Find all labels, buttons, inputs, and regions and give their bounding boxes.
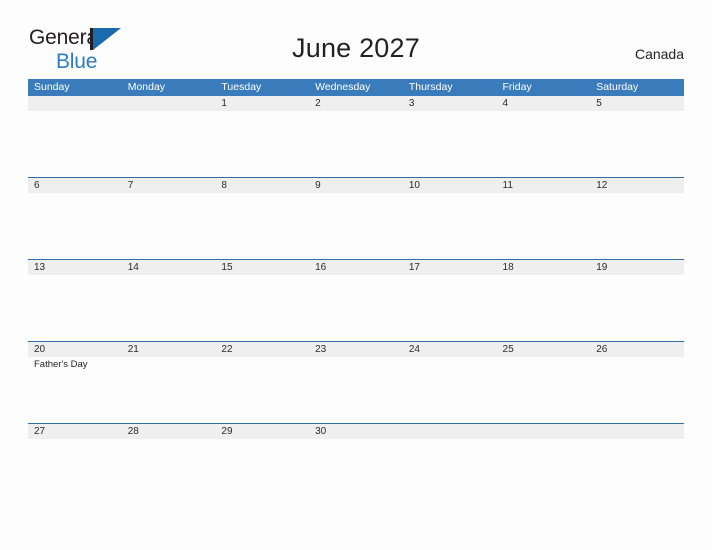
week-event-band <box>28 275 684 341</box>
day-cell[interactable] <box>215 439 309 505</box>
country-label: Canada <box>634 46 684 62</box>
day-number[interactable]: 3 <box>403 96 497 111</box>
day-number[interactable] <box>497 424 591 439</box>
day-number[interactable]: 25 <box>497 342 591 357</box>
week-row: 1 2 3 4 5 <box>28 96 684 177</box>
day-cell[interactable] <box>497 111 591 177</box>
week-row: 27 28 29 30 <box>28 423 684 505</box>
week-event-band <box>28 439 684 505</box>
page-title: June 2027 <box>292 33 420 63</box>
day-number[interactable]: 4 <box>497 96 591 111</box>
day-number[interactable]: 15 <box>215 260 309 275</box>
day-cell[interactable] <box>122 439 216 505</box>
weekday-header-thursday: Thursday <box>408 81 453 93</box>
weekday-header-wednesday: Wednesday <box>315 81 371 93</box>
day-number[interactable]: 17 <box>403 260 497 275</box>
day-number[interactable]: 18 <box>497 260 591 275</box>
weekday-header-tuesday: Tuesday <box>221 81 262 93</box>
day-cell[interactable]: Father's Day <box>28 357 122 423</box>
day-number[interactable]: 12 <box>590 178 684 193</box>
week-event-band <box>28 193 684 259</box>
day-number[interactable]: 23 <box>309 342 403 357</box>
day-cell[interactable] <box>309 439 403 505</box>
day-cell[interactable] <box>215 357 309 423</box>
day-cell[interactable] <box>28 111 122 177</box>
week-date-band: 13 14 15 16 17 18 19 <box>28 260 684 275</box>
day-cell[interactable] <box>497 275 591 341</box>
day-cell[interactable] <box>309 111 403 177</box>
day-number[interactable]: 13 <box>28 260 122 275</box>
day-cell[interactable] <box>590 111 684 177</box>
day-number[interactable]: 14 <box>122 260 216 275</box>
day-cell[interactable] <box>215 111 309 177</box>
day-cell[interactable] <box>497 439 591 505</box>
page-header: General Blue June 2027 Canada <box>0 0 712 72</box>
day-number[interactable]: 28 <box>122 424 216 439</box>
day-number[interactable]: 24 <box>403 342 497 357</box>
day-cell[interactable] <box>215 193 309 259</box>
day-cell[interactable] <box>309 275 403 341</box>
day-cell[interactable] <box>403 357 497 423</box>
weekday-header-monday: Monday <box>127 81 166 93</box>
day-cell[interactable] <box>122 111 216 177</box>
day-cell[interactable] <box>590 357 684 423</box>
day-number[interactable]: 1 <box>215 96 309 111</box>
day-number[interactable]: 5 <box>590 96 684 111</box>
day-event-label: Father's Day <box>34 359 88 370</box>
weekday-header-saturday: Saturday <box>596 81 639 93</box>
day-number[interactable] <box>590 424 684 439</box>
day-number[interactable]: 30 <box>309 424 403 439</box>
day-cell[interactable] <box>497 357 591 423</box>
day-number[interactable]: 27 <box>28 424 122 439</box>
day-number[interactable] <box>403 424 497 439</box>
day-cell[interactable] <box>309 193 403 259</box>
calendar-grid: Sunday Monday Tuesday Wednesday Thursday… <box>28 79 684 505</box>
day-number[interactable] <box>122 96 216 111</box>
day-number[interactable] <box>28 96 122 111</box>
day-cell[interactable] <box>497 193 591 259</box>
day-cell[interactable] <box>590 439 684 505</box>
day-number[interactable]: 20 <box>28 342 122 357</box>
day-number[interactable]: 2 <box>309 96 403 111</box>
day-cell[interactable] <box>28 439 122 505</box>
day-number[interactable]: 8 <box>215 178 309 193</box>
day-number[interactable]: 26 <box>590 342 684 357</box>
day-number[interactable]: 29 <box>215 424 309 439</box>
day-number[interactable]: 21 <box>122 342 216 357</box>
day-number[interactable]: 7 <box>122 178 216 193</box>
weekday-header-friday: Friday <box>502 81 532 93</box>
day-cell[interactable] <box>403 111 497 177</box>
day-cell[interactable] <box>215 275 309 341</box>
week-row: 13 14 15 16 17 18 19 <box>28 259 684 341</box>
day-cell[interactable] <box>590 275 684 341</box>
day-cell[interactable] <box>309 357 403 423</box>
day-cell[interactable] <box>403 193 497 259</box>
weekday-header-row: Sunday Monday Tuesday Wednesday Thursday… <box>28 79 684 96</box>
week-row: 6 7 8 9 10 11 12 <box>28 177 684 259</box>
day-cell[interactable] <box>122 193 216 259</box>
week-row: 20 21 22 23 24 25 26 Father's Day <box>28 341 684 423</box>
week-date-band: 6 7 8 9 10 11 12 <box>28 178 684 193</box>
week-event-band <box>28 111 684 177</box>
week-date-band: 1 2 3 4 5 <box>28 96 684 111</box>
day-cell[interactable] <box>28 193 122 259</box>
day-number[interactable]: 6 <box>28 178 122 193</box>
day-number[interactable]: 19 <box>590 260 684 275</box>
day-cell[interactable] <box>403 275 497 341</box>
day-cell[interactable] <box>590 193 684 259</box>
day-number[interactable]: 11 <box>497 178 591 193</box>
day-cell[interactable] <box>122 357 216 423</box>
weekday-header-sunday: Sunday <box>34 81 70 93</box>
day-number[interactable]: 16 <box>309 260 403 275</box>
day-cell[interactable] <box>122 275 216 341</box>
week-event-band: Father's Day <box>28 357 684 423</box>
day-cell[interactable] <box>28 275 122 341</box>
week-date-band: 20 21 22 23 24 25 26 <box>28 342 684 357</box>
day-number[interactable]: 9 <box>309 178 403 193</box>
day-cell[interactable] <box>403 439 497 505</box>
week-date-band: 27 28 29 30 <box>28 424 684 439</box>
day-number[interactable]: 22 <box>215 342 309 357</box>
day-number[interactable]: 10 <box>403 178 497 193</box>
